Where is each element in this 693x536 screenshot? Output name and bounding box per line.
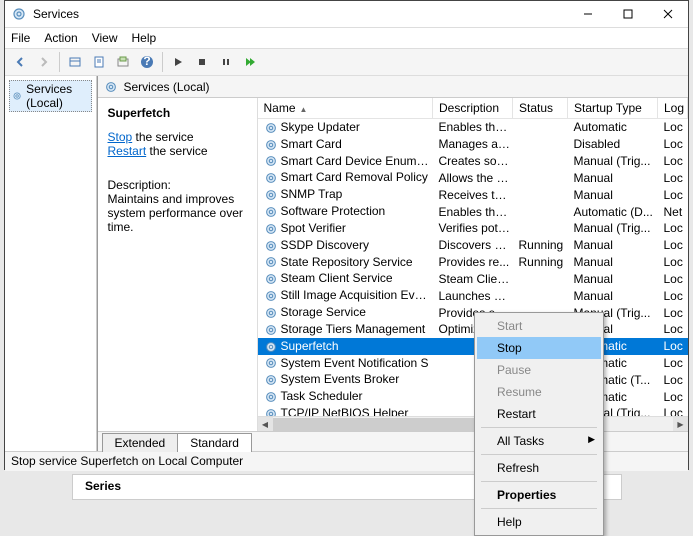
properties-button[interactable] [88,51,110,73]
table-row[interactable]: Smart CardManages ac...DisabledLoc [258,136,688,153]
ctx-all-tasks[interactable]: All Tasks▶ [477,430,601,452]
description-text: Maintains and improves system performanc… [108,192,247,234]
scroll-left-icon[interactable]: ◀ [258,417,273,432]
table-row[interactable]: Storage Tiers ManagementOptimizes t...Ma… [258,321,688,338]
detail-panel: Superfetch Stop the service Restart the … [98,98,258,431]
scroll-right-icon[interactable]: ▶ [673,417,688,432]
back-button[interactable] [9,51,31,73]
pause-button[interactable] [215,51,237,73]
ctx-properties[interactable]: Properties [477,484,601,506]
description-label: Description: [108,178,247,192]
table-row[interactable]: System Events BrokerAutomatic (T...Loc [258,371,688,388]
ctx-restart[interactable]: Restart [477,403,601,425]
table-row[interactable]: System Event Notification SAutomaticLoc [258,355,688,372]
menu-action[interactable]: Action [44,31,77,45]
inner-header-label: Services (Local) [124,80,210,94]
table-row[interactable]: Spot VerifierVerifies pote...Manual (Tri… [258,220,688,237]
table-row[interactable]: Smart Card Device Enumera...Creates soft… [258,153,688,170]
table-row[interactable]: Skype UpdaterEnables the ...AutomaticLoc [258,119,688,136]
tab-extended[interactable]: Extended [102,433,179,452]
play-button[interactable] [167,51,189,73]
minimize-button[interactable] [568,1,608,27]
help-button[interactable]: ? [136,51,158,73]
stop-link[interactable]: Stop [108,130,133,144]
menu-view[interactable]: View [92,31,118,45]
restart-link[interactable]: Restart [108,144,147,158]
ctx-refresh[interactable]: Refresh [477,457,601,479]
tree-panel: Services (Local) [5,76,97,451]
table-row[interactable]: Still Image Acquisition EventsLaunches a… [258,287,688,304]
horizontal-scrollbar[interactable]: ◀ ▶ [258,416,689,431]
sort-asc-icon: ▲ [300,105,308,114]
table-row[interactable]: Software ProtectionEnables the ...Automa… [258,203,688,220]
chevron-right-icon: ▶ [588,434,595,445]
toolbar: ? [5,48,688,76]
table-row[interactable]: SuperfetchAutomaticLoc [258,338,688,355]
menu-help[interactable]: Help [132,31,157,45]
gear-icon [12,89,22,103]
table-row[interactable]: Storage ServiceProvides en...Manual (Tri… [258,304,688,321]
col-logon[interactable]: Log [658,98,688,119]
titlebar[interactable]: Services [5,1,688,28]
gear-icon [104,80,118,94]
context-menu: Start Stop Pause Resume Restart All Task… [474,312,604,536]
tab-standard[interactable]: Standard [177,433,252,452]
ctx-help[interactable]: Help [477,511,601,533]
inner-header: Services (Local) [98,76,689,98]
svg-text:?: ? [143,55,150,68]
show-hide-button[interactable] [64,51,86,73]
menubar: File Action View Help [5,28,688,48]
ctx-start: Start [477,315,601,337]
window-title: Services [33,7,568,21]
tree-item-label: Services (Local) [26,82,88,110]
table-row[interactable]: Steam Client ServiceSteam Clien...Manual… [258,270,688,287]
restart-button[interactable] [239,51,261,73]
service-title: Superfetch [108,106,247,120]
forward-button[interactable] [33,51,55,73]
table-row[interactable]: Smart Card Removal PolicyAllows the s...… [258,169,688,186]
service-list[interactable]: Name▲ Description Status Startup Type Lo… [258,98,689,431]
ctx-stop[interactable]: Stop [477,337,601,359]
ctx-pause: Pause [477,359,601,381]
table-row[interactable]: Task SchedulerAutomaticLoc [258,388,688,405]
col-startup[interactable]: Startup Type [568,98,658,119]
table-row[interactable]: SSDP DiscoveryDiscovers n...RunningManua… [258,237,688,254]
maximize-button[interactable] [608,1,648,27]
col-status[interactable]: Status [513,98,568,119]
ctx-resume: Resume [477,381,601,403]
close-button[interactable] [648,1,688,27]
table-row[interactable]: State Repository ServiceProvides re...Ru… [258,254,688,271]
services-icon [11,6,27,22]
tree-item-services-local[interactable]: Services (Local) [9,80,92,112]
export-button[interactable] [112,51,134,73]
col-name[interactable]: Name▲ [258,98,433,119]
table-row[interactable]: SNMP TrapReceives tra...ManualLoc [258,186,688,203]
menu-file[interactable]: File [11,31,30,45]
col-description[interactable]: Description [433,98,513,119]
stop-button[interactable] [191,51,213,73]
